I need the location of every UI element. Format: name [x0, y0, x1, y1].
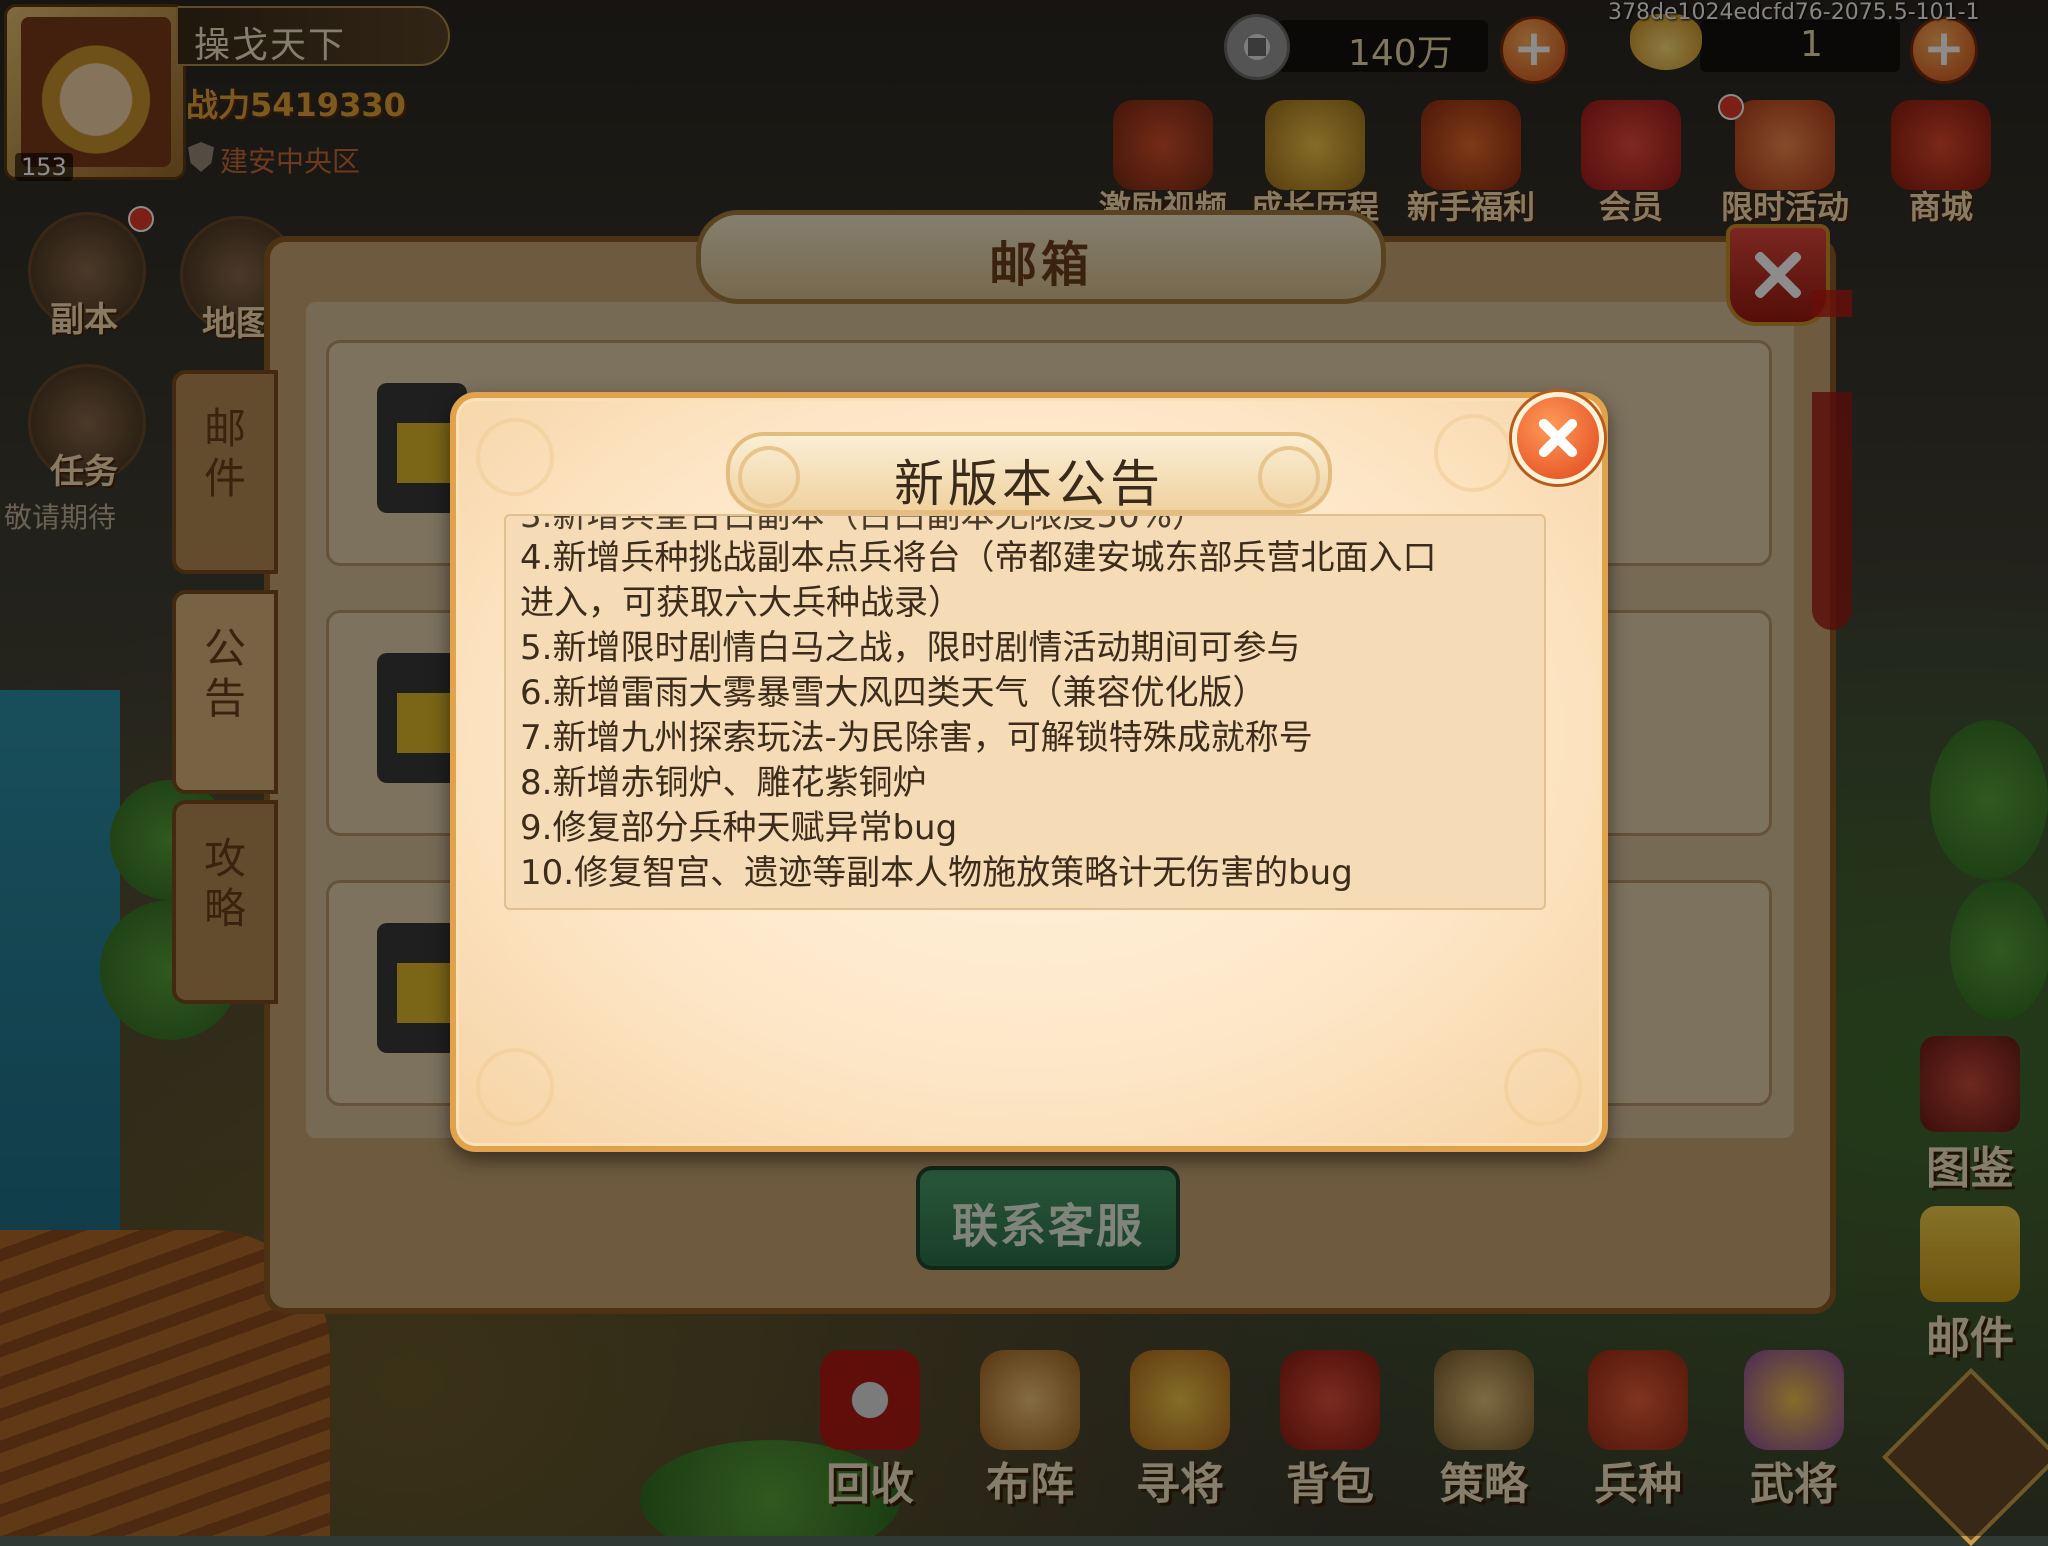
corner-swirl-ornament: [1434, 414, 1512, 492]
announcement-close-button[interactable]: [1512, 392, 1604, 484]
announcement-line: 4.新增兵种挑战副本点兵将台（帝都建安城东部兵营北面入口: [520, 538, 1437, 578]
corner-swirl-ornament: [1504, 1048, 1582, 1126]
announcement-list: 4.新增兵种挑战副本点兵将台（帝都建安城东部兵营北面入口 进入，可获取六大兵种战…: [520, 536, 1534, 896]
corner-swirl-ornament: [476, 1048, 554, 1126]
announcement-line: 6.新增雷雨大雾暴雪大风四类天气（兼容优化版）: [520, 673, 1267, 713]
announcement-scroll-area[interactable]: 3.新增兵皇台白副本（白白副本无限度50%） 4.新增兵种挑战副本点兵将台（帝都…: [504, 514, 1546, 910]
corner-swirl-ornament: [476, 418, 554, 496]
announcement-line: 7.新增九州探索玩法-为民除害，可解锁特殊成就称号: [520, 718, 1313, 758]
announcement-line-partial: 3.新增兵皇台白副本（白白副本无限度50%）: [520, 514, 1207, 536]
announcement-line: 进入，可获取六大兵种战录）: [520, 583, 962, 623]
announcement-line: 9.修复部分兵种天赋异常bug: [520, 808, 958, 848]
announcement-title: 新版本公告: [894, 455, 1164, 513]
announcement-title-bar: 新版本公告: [726, 432, 1332, 514]
announcement-line: 8.新增赤铜炉、雕花紫铜炉: [520, 763, 927, 803]
announcement-line: 10.修复智宫、遗迹等副本人物施放策略计无伤害的bug: [520, 853, 1353, 893]
announcement-line: 5.新增限时剧情白马之战，限时剧情活动期间可参与: [520, 628, 1301, 668]
